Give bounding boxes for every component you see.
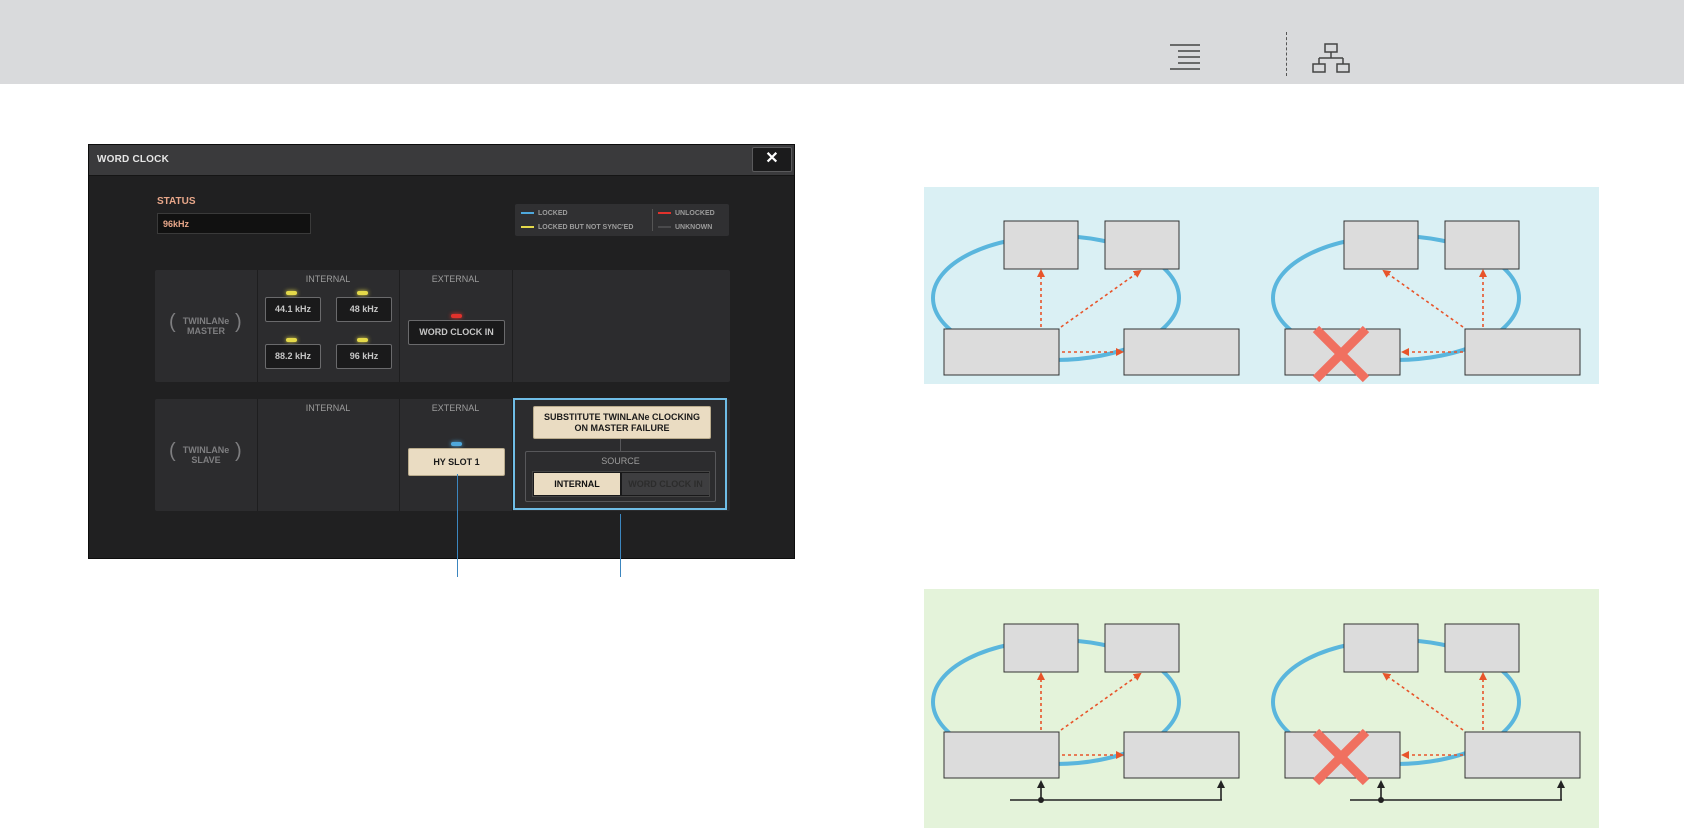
rate-96-led [357,338,368,342]
word-clock-line [1010,780,1225,803]
status-value: 96kHz [157,213,311,234]
word-clock-in-led [451,314,462,318]
slave-label-line2: SLAVE [191,455,221,465]
sitemap-icon[interactable] [1312,43,1350,75]
word-clock-in-button[interactable]: WORD CLOCK IN [408,320,505,345]
master-unit [943,731,1060,779]
console-unit [1343,623,1419,673]
legend-locked-swatch [521,212,534,215]
slave-unit [1464,328,1581,376]
master-unit [943,328,1060,376]
console-unit [1444,220,1520,270]
master-label-line1: TWINLANe [182,316,230,326]
source-internal-option[interactable]: INTERNAL [534,473,620,495]
legend-locked: LOCKED [521,210,568,217]
panel-divider [399,270,400,382]
legend-unknown: UNKNOWN [658,224,712,231]
status-label: STATUS [157,196,196,207]
rate-88-led [286,338,297,342]
substitute-twinlane-clocking-button[interactable]: SUBSTITUTE TWINLANe CLOCKING ON MASTER F… [533,406,711,439]
window-title: WORD CLOCK [97,154,169,165]
panel-divider [257,270,258,382]
callout-line-substitute [620,514,621,577]
legend-unlocked-swatch [658,212,671,215]
master-internal-header: INTERNAL [305,274,351,284]
topology-diagram-b-svg [931,623,1581,803]
source-word-clock-in-option[interactable]: WORD CLOCK IN [622,473,709,495]
console-unit [1444,623,1520,673]
topology-diagram-a-svg [931,220,1581,383]
substitute-label-line2: ON MASTER FAILURE [574,423,670,433]
topology-diagram-internal [924,187,1599,384]
legend-unknown-swatch [658,226,671,229]
hy-slot-led [451,442,462,446]
bracket-right: ) [235,311,242,333]
console-unit [1003,623,1079,673]
rate-44-1-khz-button[interactable]: 44.1 kHz [265,297,321,322]
slave-label-line1: TWINLANe [182,445,230,455]
legend-divider [652,209,653,231]
close-button[interactable]: ✕ [752,147,792,172]
panel-divider [257,399,258,511]
substitute-clocking-group: SUBSTITUTE TWINLANe CLOCKING ON MASTER F… [513,398,727,510]
panel-divider [512,270,513,382]
substitute-label-line1: SUBSTITUTE TWINLANe CLOCKING [544,412,700,422]
clock-arrow [1382,672,1464,731]
rate-88-2-khz-button[interactable]: 88.2 kHz [265,344,321,369]
rate-44-led [286,291,297,295]
clock-arrow [1060,269,1142,328]
rate-96-khz-button[interactable]: 96 kHz [336,344,392,369]
slave-external-header: EXTERNAL [431,403,480,413]
slave-internal-header: INTERNAL [305,403,351,413]
rate-48-khz-button[interactable]: 48 kHz [336,297,392,322]
source-group: SOURCE INTERNAL WORD CLOCK IN [525,451,716,502]
top-bar [0,0,1684,84]
legend-locked-not-synced: LOCKED BUT NOT SYNC'ED [521,224,633,231]
callout-line-hy-slot [457,474,458,577]
table-of-contents-icon[interactable] [1168,44,1202,72]
topology-diagram-word-clock [924,589,1599,828]
window-title-bar: WORD CLOCK ✕ [89,145,794,176]
console-unit [1343,220,1419,270]
master-external-header: EXTERNAL [431,274,480,284]
clock-arrow [1382,269,1464,328]
word-clock-window: WORD CLOCK ✕ STATUS 96kHz LOCKED LOCKED … [88,144,795,559]
slave-unit [1464,731,1581,779]
console-unit [1003,220,1079,270]
slave-unit [1123,731,1240,779]
slave-mode-label: TWINLANe SLAVE [169,445,243,465]
hy-slot-1-button[interactable]: HY SLOT 1 [408,448,505,476]
toolbar-divider [1286,32,1287,76]
status-legend: LOCKED LOCKED BUT NOT SYNC'ED UNLOCKED U… [515,204,729,236]
slave-unit [1123,328,1240,376]
master-label-line2: MASTER [187,326,225,336]
source-selector: INTERNAL WORD CLOCK IN [532,471,710,497]
master-mode-label: TWINLANe MASTER [169,316,243,336]
panel-divider [399,399,400,511]
clock-arrow [1060,672,1142,731]
rate-48-led [357,291,368,295]
source-connector [620,439,621,451]
console-unit [1104,220,1180,270]
word-clock-line [1350,780,1565,803]
console-unit [1104,623,1180,673]
twinlane-master-panel: ( TWINLANe MASTER ) INTERNAL EXTERNAL 44… [155,270,730,382]
legend-unlocked: UNLOCKED [658,210,715,217]
legend-not-synced-swatch [521,226,534,229]
bracket-right: ) [235,440,242,462]
source-label: SOURCE [601,456,640,466]
